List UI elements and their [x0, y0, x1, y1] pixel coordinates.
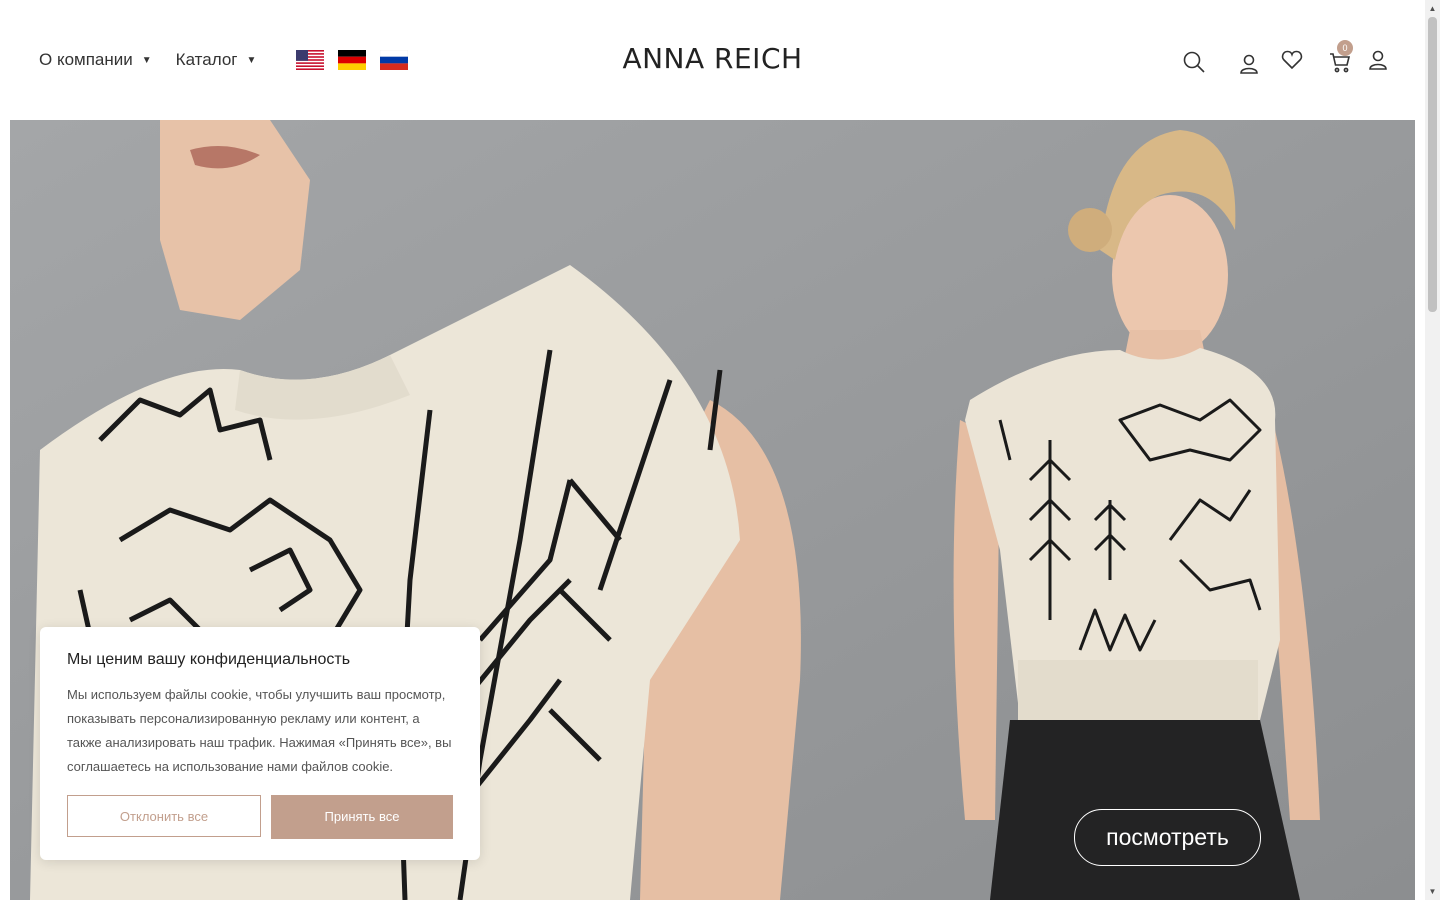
- search-icon[interactable]: [1182, 50, 1206, 74]
- cookie-consent-banner: Мы ценим вашу конфиденциальность Мы испо…: [40, 627, 480, 860]
- decline-all-button[interactable]: Отклонить все: [67, 795, 261, 837]
- site-logo[interactable]: ANNA REICH: [0, 42, 1425, 75]
- page-scrollbar[interactable]: ▲ ▼: [1425, 0, 1440, 900]
- accept-all-button[interactable]: Принять все: [271, 795, 453, 839]
- scroll-down-arrow-icon[interactable]: ▼: [1425, 887, 1440, 896]
- cookie-banner-title: Мы ценим вашу конфиденциальность: [67, 651, 351, 668]
- view-collection-button[interactable]: посмотреть: [1074, 809, 1261, 866]
- cookie-banner-text: Мы используем файлы cookie, чтобы улучши…: [67, 687, 452, 774]
- cart-count-badge: 0: [1337, 40, 1353, 56]
- scroll-up-arrow-icon[interactable]: ▲: [1425, 4, 1440, 13]
- account-icon[interactable]: [1237, 52, 1261, 76]
- wishlist-heart-icon[interactable]: [1280, 48, 1304, 72]
- user-icon[interactable]: [1366, 48, 1390, 72]
- site-header: О компании ▼ Каталог ▼ ANNA REICH 0: [0, 0, 1425, 120]
- scrollbar-thumb[interactable]: [1428, 17, 1437, 312]
